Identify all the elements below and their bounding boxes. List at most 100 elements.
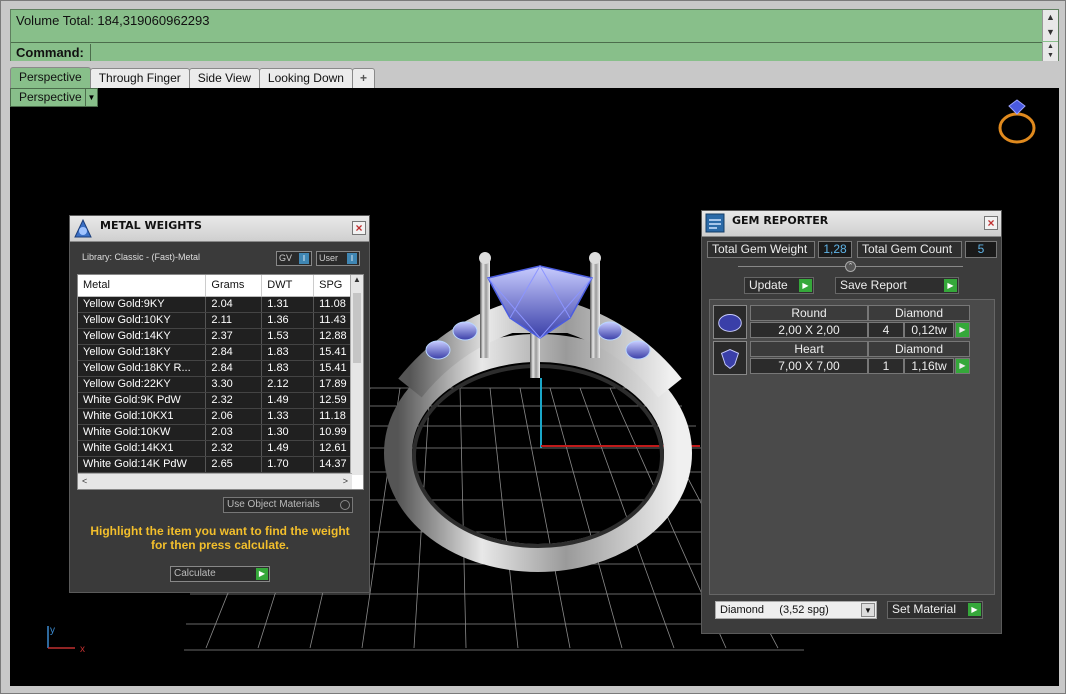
gv-toggle[interactable]: GV I (276, 251, 312, 266)
chevron-down-icon[interactable]: ▼ (86, 88, 98, 107)
list-item[interactable]: Round Diamond 2,00 X 2,00 4 0,12tw ▶ (713, 305, 970, 339)
table-row[interactable]: Yellow Gold:22KY 3.30 2.12 17.89 (78, 376, 363, 393)
gem-list[interactable]: Round Diamond 2,00 X 2,00 4 0,12tw ▶ Hea… (709, 299, 995, 595)
column-header-dwt[interactable]: DWT (261, 275, 315, 297)
metal-weights-titlebar[interactable]: METAL WEIGHTS × (70, 216, 369, 242)
add-tab-button[interactable]: + (351, 68, 375, 88)
cell-grams: 2.11 (205, 312, 263, 329)
command-input[interactable] (90, 43, 1043, 61)
material-select[interactable]: Diamond (3,52 spg) ▼ (715, 601, 877, 619)
scroll-down-icon[interactable]: ▼ (1043, 51, 1058, 60)
cell-metal: White Gold:14K PdW (78, 456, 207, 473)
close-icon[interactable]: × (984, 216, 998, 230)
tab-through-finger[interactable]: Through Finger (89, 68, 190, 88)
close-icon[interactable]: × (352, 221, 366, 235)
collapse-icon[interactable]: ⌃ (845, 261, 856, 272)
tab-side-view[interactable]: Side View (188, 68, 260, 88)
play-icon: ▶ (944, 279, 957, 292)
table-row[interactable]: Yellow Gold:18KY 2.84 1.83 15.41 (78, 344, 363, 361)
viewport-tabs: Perspective Through Finger Side View Loo… (10, 66, 375, 88)
total-gem-count-value: 5 (965, 241, 997, 258)
instruction-text: Highlight the item you want to find the … (90, 524, 350, 552)
scroll-down-icon[interactable]: ▼ (1043, 25, 1058, 40)
cell-dwt: 1.49 (261, 392, 315, 409)
column-header-metal[interactable]: Metal (78, 275, 207, 297)
ring-nav-icon[interactable] (998, 99, 1036, 144)
tab-looking-down[interactable]: Looking Down (258, 68, 353, 88)
table-row[interactable]: White Gold:10KX1 2.06 1.33 11.18 (78, 408, 363, 425)
table-row[interactable]: White Gold:9K PdW 2.32 1.49 12.59 (78, 392, 363, 409)
command-scrollbar[interactable]: ▲ ▼ (1042, 42, 1058, 61)
cell-grams: 2.65 (205, 456, 263, 473)
gem-weight: 1,16tw (904, 358, 954, 374)
tab-perspective[interactable]: Perspective (10, 67, 91, 88)
cell-dwt: 1.83 (261, 344, 315, 361)
cell-metal: White Gold:14KX1 (78, 440, 207, 457)
scroll-up-icon[interactable]: ▲ (1043, 10, 1058, 25)
table-vertical-scrollbar[interactable]: ▲ (350, 275, 363, 475)
play-icon[interactable]: ▶ (955, 322, 970, 338)
gem-shape: Round (750, 305, 868, 321)
total-gem-weight-label: Total Gem Weight (707, 241, 815, 258)
set-material-button[interactable]: Set Material ▶ (887, 601, 983, 619)
cell-metal: Yellow Gold:22KY (78, 376, 207, 393)
table-row[interactable]: Yellow Gold:9KY 2.04 1.31 11.08 (78, 296, 363, 313)
scroll-left-icon[interactable]: < (82, 474, 87, 489)
scroll-up-icon[interactable]: ▲ (351, 275, 363, 284)
radio-icon[interactable] (340, 500, 350, 510)
play-icon: ▶ (799, 279, 812, 292)
view-selector-label[interactable]: Perspective (10, 88, 86, 107)
volume-total-output: Volume Total: 184,319060962293 (11, 10, 1043, 41)
scrollbar-thumb[interactable] (353, 293, 361, 363)
table-horizontal-scrollbar[interactable]: < > (78, 473, 352, 489)
chevron-down-icon[interactable]: ▼ (861, 603, 875, 617)
gem-reporter-panel: GEM REPORTER × Total Gem Weight 1,28 Tot… (701, 210, 1002, 634)
scroll-right-icon[interactable]: > (343, 474, 348, 489)
table-row[interactable]: White Gold:14KX1 2.32 1.49 12.61 (78, 440, 363, 457)
metal-weights-title: METAL WEIGHTS (100, 219, 202, 232)
user-toggle[interactable]: User I (316, 251, 360, 266)
axis-x-label: x (80, 644, 85, 655)
cell-metal: White Gold:10KX1 (78, 408, 207, 425)
list-item[interactable]: Heart Diamond 7,00 X 7,00 1 1,16tw ▶ (713, 341, 970, 375)
table-row[interactable]: Yellow Gold:14KY 2.37 1.53 12.88 (78, 328, 363, 345)
use-object-materials-option[interactable]: Use Object Materials (223, 497, 353, 513)
save-report-label: Save Report (840, 278, 907, 292)
gem-size: 7,00 X 7,00 (750, 358, 868, 374)
play-icon: ▶ (968, 603, 981, 616)
application-window: Volume Total: 184,319060962293 ▲ ▼ Comma… (0, 0, 1066, 694)
metal-table[interactable]: Metal Grams DWT SPG Yellow Gold:9KY 2.04 1… (77, 274, 364, 490)
play-icon[interactable]: ▶ (256, 568, 268, 580)
table-header-row: Metal Grams DWT SPG (78, 275, 363, 297)
table-row[interactable]: White Gold:14K PdW 2.65 1.70 14.37 (78, 456, 363, 473)
update-button[interactable]: Update ▶ (744, 277, 814, 294)
gem-reporter-titlebar[interactable]: GEM REPORTER × (702, 211, 1001, 237)
cell-dwt: 1.83 (261, 360, 315, 377)
cell-grams: 2.84 (205, 344, 263, 361)
scroll-up-icon[interactable]: ▲ (1043, 42, 1058, 51)
table-row[interactable]: White Gold:10KW 2.03 1.30 10.99 (78, 424, 363, 441)
table-row[interactable]: Yellow Gold:10KY 2.11 1.36 11.43 (78, 312, 363, 329)
axis-gizmo: x y (47, 625, 85, 655)
gem-size: 2,00 X 2,00 (750, 322, 868, 338)
command-line: Command: (11, 42, 1043, 61)
set-material-label: Set Material (892, 602, 957, 616)
save-report-button[interactable]: Save Report ▶ (835, 277, 959, 294)
cell-metal: Yellow Gold:14KY (78, 328, 207, 345)
cell-grams: 2.84 (205, 360, 263, 377)
cell-dwt: 1.31 (261, 296, 315, 313)
gem-material: Diamond (868, 341, 970, 357)
total-gem-weight-value: 1,28 (818, 241, 852, 258)
column-header-grams[interactable]: Grams (205, 275, 263, 297)
cell-dwt: 2.12 (261, 376, 315, 393)
table-row[interactable]: Yellow Gold:18KY R... 2.84 1.83 15.41 (78, 360, 363, 377)
use-object-materials-label: Use Object Materials (227, 499, 320, 510)
output-scrollbar[interactable]: ▲ ▼ (1042, 10, 1058, 41)
cell-grams: 3.30 (205, 376, 263, 393)
calculate-button[interactable]: Calculate ▶ (170, 566, 270, 582)
cell-metal: Yellow Gold:18KY (78, 344, 207, 361)
update-label: Update (749, 278, 788, 292)
view-selector[interactable]: Perspective ▼ (10, 88, 98, 107)
play-icon[interactable]: ▶ (955, 358, 970, 374)
cell-grams: 2.32 (205, 392, 263, 409)
